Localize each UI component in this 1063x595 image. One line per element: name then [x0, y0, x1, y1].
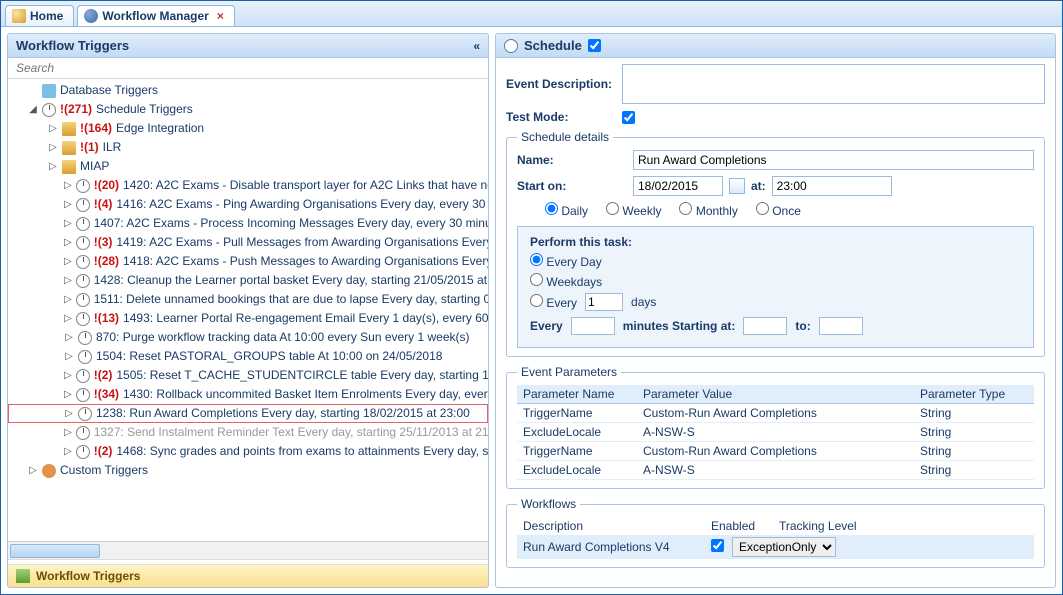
- table-row[interactable]: ExcludeLocaleA-NSW-SString: [517, 461, 1034, 480]
- clock-icon: [76, 217, 90, 231]
- clock-icon: [76, 369, 90, 383]
- clock-icon: [76, 293, 90, 307]
- clock-icon: [76, 236, 90, 250]
- custom-icon: [42, 464, 56, 478]
- freq-monthly[interactable]: Monthly: [679, 202, 737, 218]
- task-every-n[interactable]: Every: [530, 294, 577, 310]
- schedule-panel: Schedule Event Description: Test Mode: S…: [495, 33, 1056, 588]
- trigger-item[interactable]: ▷1327: Send Instalment Reminder Text Eve…: [8, 423, 488, 442]
- category-footer[interactable]: Workflow Triggers: [8, 565, 488, 587]
- tree-node-edge[interactable]: ▷ !(164) Edge Integration: [8, 119, 488, 138]
- trigger-item[interactable]: ▷!(34)1430: Rollback uncommited Basket I…: [8, 385, 488, 404]
- workflow-enabled-checkbox[interactable]: [711, 539, 724, 552]
- workflow-triggers-panel: Workflow Triggers « Database Triggers ◢ …: [7, 33, 489, 588]
- schedule-details-group: Schedule details Name: Start on: at: Dai…: [506, 130, 1045, 357]
- task-weekdays[interactable]: Weekdays: [530, 273, 602, 289]
- tab-wm-label: Workflow Manager: [102, 9, 208, 23]
- table-row[interactable]: TriggerNameCustom-Run Award CompletionsS…: [517, 442, 1034, 461]
- horizontal-scrollbar[interactable]: [8, 541, 488, 559]
- home-icon: [12, 9, 26, 23]
- freq-daily[interactable]: Daily: [545, 202, 588, 218]
- tree-node-custom-triggers[interactable]: ▷ Custom Triggers: [8, 461, 488, 480]
- calendar-icon[interactable]: [729, 178, 745, 194]
- table-row[interactable]: ExcludeLocaleA-NSW-SString: [517, 423, 1034, 442]
- trigger-tree[interactable]: Database Triggers ◢ !(271) Schedule Trig…: [8, 79, 488, 541]
- perform-task-box: Perform this task: Every Day Weekdays Ev…: [517, 226, 1034, 348]
- at-time-input[interactable]: [772, 176, 892, 196]
- collapse-icon[interactable]: «: [473, 39, 480, 53]
- clock-icon: [78, 407, 92, 421]
- clock-icon: [504, 39, 518, 53]
- tab-home-label: Home: [30, 9, 63, 23]
- event-parameters-group: Event Parameters Parameter Name Paramete…: [506, 365, 1045, 489]
- freq-once[interactable]: Once: [756, 202, 801, 218]
- trigger-item[interactable]: ▷!(13)1493: Learner Portal Re-engagement…: [8, 309, 488, 328]
- tab-bar: Home Workflow Manager ×: [1, 1, 1062, 27]
- clock-icon: [76, 445, 90, 459]
- panel-title: Schedule: [524, 38, 582, 53]
- name-input[interactable]: [633, 150, 1034, 170]
- panel-title: Workflow Triggers: [16, 38, 129, 53]
- tree-node-db-triggers[interactable]: Database Triggers: [8, 81, 488, 100]
- clock-icon: [76, 179, 90, 193]
- close-icon[interactable]: ×: [217, 9, 224, 23]
- name-label: Name:: [517, 153, 627, 167]
- trigger-item[interactable]: ▷1238: Run Award Completions Every day, …: [8, 404, 488, 423]
- trigger-item[interactable]: ▷1511: Delete unnamed bookings that are …: [8, 290, 488, 309]
- task-every-day[interactable]: Every Day: [530, 253, 602, 269]
- clock-icon: [76, 198, 90, 212]
- search-input[interactable]: [8, 58, 488, 79]
- starting-at-input[interactable]: [743, 317, 787, 335]
- event-desc-input[interactable]: [622, 64, 1045, 104]
- workflow-row[interactable]: Run Award Completions V4 ExceptionOnly: [517, 535, 1034, 559]
- clock-icon: [76, 426, 90, 440]
- clock-icon: [42, 103, 56, 117]
- trigger-item[interactable]: ▷1504: Reset PASTORAL_GROUPS table At 10…: [8, 347, 488, 366]
- trigger-item[interactable]: ▷!(20)1420: A2C Exams - Disable transpor…: [8, 176, 488, 195]
- event-desc-label: Event Description:: [506, 77, 616, 91]
- tree-node-miap[interactable]: ▷ MIAP: [8, 157, 488, 176]
- workflow-icon: [84, 9, 98, 23]
- tracking-level-select[interactable]: ExceptionOnly: [732, 537, 836, 557]
- trigger-item[interactable]: ▷1428: Cleanup the Learner portal basket…: [8, 271, 488, 290]
- to-input[interactable]: [819, 317, 863, 335]
- clock-icon: [78, 350, 92, 364]
- trigger-item[interactable]: ▷!(2)1468: Sync grades and points from e…: [8, 442, 488, 461]
- clock-icon: [76, 388, 90, 402]
- trigger-item[interactable]: ▷!(2)1505: Reset T_CACHE_STUDENTCIRCLE t…: [8, 366, 488, 385]
- clock-icon: [76, 255, 90, 269]
- every-n-input[interactable]: [585, 293, 623, 311]
- start-on-label: Start on:: [517, 179, 627, 193]
- parameters-table: Parameter Name Parameter Value Parameter…: [517, 385, 1034, 480]
- trigger-item[interactable]: ▷1407: A2C Exams - Process Incoming Mess…: [8, 214, 488, 233]
- table-row[interactable]: TriggerNameCustom-Run Award CompletionsS…: [517, 404, 1034, 423]
- schedule-enabled-checkbox[interactable]: [588, 39, 601, 52]
- trigger-item[interactable]: ▷!(4)1416: A2C Exams - Ping Awarding Org…: [8, 195, 488, 214]
- trigger-item[interactable]: ▷!(3)1419: A2C Exams - Pull Messages fro…: [8, 233, 488, 252]
- trigger-item[interactable]: ▷870: Purge workflow tracking data At 10…: [8, 328, 488, 347]
- freq-weekly[interactable]: Weekly: [606, 202, 661, 218]
- folder-icon: [62, 160, 76, 174]
- trigger-item[interactable]: ▷!(28)1418: A2C Exams - Push Messages to…: [8, 252, 488, 271]
- folder-icon: [62, 122, 76, 136]
- workflows-group: Workflows Description Enabled Tracking L…: [506, 497, 1045, 568]
- tree-node-ilr[interactable]: ▷ !(1) ILR: [8, 138, 488, 157]
- tab-home[interactable]: Home: [5, 5, 74, 26]
- test-mode-checkbox[interactable]: [622, 111, 635, 124]
- every-minutes-input[interactable]: [571, 317, 615, 335]
- start-on-input[interactable]: [633, 176, 723, 196]
- clock-icon: [76, 274, 90, 288]
- clock-icon: [78, 331, 92, 345]
- test-mode-label: Test Mode:: [506, 110, 616, 124]
- database-icon: [42, 84, 56, 98]
- tab-workflow-manager[interactable]: Workflow Manager ×: [77, 5, 234, 26]
- tree-node-schedule-triggers[interactable]: ◢ !(271) Schedule Triggers: [8, 100, 488, 119]
- folder-icon: [62, 141, 76, 155]
- triggers-icon: [16, 569, 30, 583]
- clock-icon: [76, 312, 90, 326]
